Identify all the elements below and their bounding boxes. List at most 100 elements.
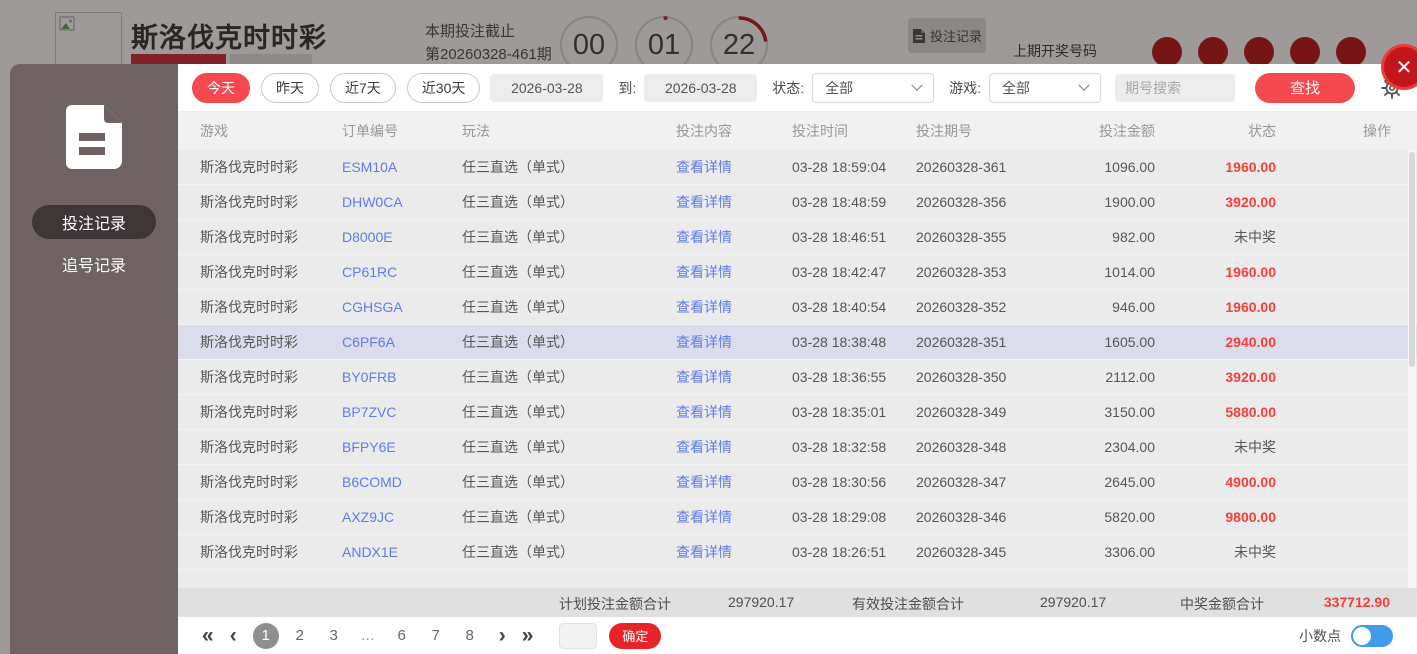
table-row: 斯洛伐克时时彩 BP7ZVC 任三直选（单式） 查看详情 03-28 18:35… bbox=[178, 395, 1417, 430]
order-number-link[interactable]: BY0FRB bbox=[342, 369, 396, 385]
table-header: 游戏 订单编号 玩法 投注内容 投注时间 投注期号 投注金额 状态 操作 bbox=[178, 112, 1417, 150]
date-to-input[interactable] bbox=[644, 74, 757, 102]
view-details-link[interactable]: 查看详情 bbox=[676, 299, 732, 315]
page-number-button[interactable]: 2 bbox=[287, 623, 313, 649]
date-from-input[interactable] bbox=[490, 74, 603, 102]
page-number-button[interactable]: 6 bbox=[389, 623, 415, 649]
page-number-button[interactable]: 8 bbox=[457, 623, 483, 649]
cell-bet-time: 03-28 18:40:54 bbox=[792, 299, 916, 315]
search-button[interactable]: 查找 bbox=[1255, 73, 1355, 103]
order-number-link[interactable]: BP7ZVC bbox=[342, 404, 396, 420]
order-number-link[interactable]: AXZ9JC bbox=[342, 509, 394, 525]
page-ellipsis: ... bbox=[355, 627, 381, 645]
page-number-group: 123... 678 bbox=[253, 623, 491, 649]
cell-play: 任三直选（单式） bbox=[462, 542, 676, 562]
cell-amount: 946.00 bbox=[1046, 299, 1155, 315]
plan-total-label: 计划投注金额合计 bbox=[559, 594, 671, 614]
col-action: 操作 bbox=[1276, 121, 1391, 141]
page-confirm-button[interactable]: 确定 bbox=[609, 623, 661, 649]
decimal-toggle[interactable] bbox=[1351, 625, 1393, 647]
cell-period: 20260328-345 bbox=[916, 544, 1046, 560]
cell-game: 斯洛伐克时时彩 bbox=[200, 402, 342, 422]
table-row: 斯洛伐克时时彩 BY0FRB 任三直选（单式） 查看详情 03-28 18:36… bbox=[178, 360, 1417, 395]
cell-bet-time: 03-28 18:59:04 bbox=[792, 159, 916, 175]
cell-status: 9800.00 bbox=[1155, 509, 1276, 525]
quick-range-button[interactable]: 近30天 bbox=[407, 73, 481, 103]
sidebar-item[interactable]: 投注记录 bbox=[32, 205, 156, 239]
cell-play: 任三直选（单式） bbox=[462, 367, 676, 387]
view-details-link[interactable]: 查看详情 bbox=[676, 229, 732, 245]
cell-amount: 2304.00 bbox=[1046, 439, 1155, 455]
close-icon: ✕ bbox=[1396, 55, 1413, 80]
quick-range-group: 今天昨天近7天近30天 bbox=[192, 73, 480, 103]
quick-range-button[interactable]: 昨天 bbox=[261, 73, 319, 103]
cell-game: 斯洛伐克时时彩 bbox=[200, 227, 342, 247]
order-number-link[interactable]: CGHSGA bbox=[342, 299, 403, 315]
sidebar-item[interactable]: 追号记录 bbox=[32, 247, 156, 281]
order-number-link[interactable]: BFPY6E bbox=[342, 439, 396, 455]
cell-bet-time: 03-28 18:36:55 bbox=[792, 369, 916, 385]
cell-play: 任三直选（单式） bbox=[462, 332, 676, 352]
cell-amount: 982.00 bbox=[1046, 229, 1155, 245]
cell-amount: 2645.00 bbox=[1046, 474, 1155, 490]
next-page-button[interactable]: › bbox=[499, 625, 506, 646]
page-number-button[interactable]: 3 bbox=[321, 623, 347, 649]
order-number-link[interactable]: B6COMD bbox=[342, 474, 402, 490]
order-number-link[interactable]: DHW0CA bbox=[342, 194, 403, 210]
scrollbar-thumb[interactable] bbox=[1409, 152, 1415, 367]
page-number-button[interactable]: 7 bbox=[423, 623, 449, 649]
cell-play: 任三直选（单式） bbox=[462, 192, 676, 212]
cell-status: 1960.00 bbox=[1155, 264, 1276, 280]
cell-status: 1960.00 bbox=[1155, 159, 1276, 175]
view-details-link[interactable]: 查看详情 bbox=[676, 439, 732, 455]
table-row: 斯洛伐克时时彩 BFPY6E 任三直选（单式） 查看详情 03-28 18:32… bbox=[178, 430, 1417, 465]
decimal-toggle-label: 小数点 bbox=[1299, 626, 1341, 646]
period-search-input[interactable] bbox=[1115, 74, 1235, 102]
view-details-link[interactable]: 查看详情 bbox=[676, 509, 732, 525]
cell-bet-time: 03-28 18:29:08 bbox=[792, 509, 916, 525]
game-select[interactable]: 全部 bbox=[989, 73, 1101, 103]
status-select[interactable]: 全部 bbox=[812, 73, 934, 103]
first-page-button[interactable]: « bbox=[202, 625, 214, 646]
view-details-link[interactable]: 查看详情 bbox=[676, 474, 732, 490]
valid-total-value: 297920.17 bbox=[1040, 594, 1106, 610]
cell-game: 斯洛伐克时时彩 bbox=[200, 472, 342, 492]
order-number-link[interactable]: CP61RC bbox=[342, 264, 397, 280]
col-content: 投注内容 bbox=[676, 121, 792, 141]
view-details-link[interactable]: 查看详情 bbox=[676, 264, 732, 280]
order-number-link[interactable]: D8000E bbox=[342, 229, 393, 245]
col-period: 投注期号 bbox=[916, 121, 1046, 141]
plan-total-value: 297920.17 bbox=[728, 594, 794, 610]
col-order: 订单编号 bbox=[342, 121, 462, 141]
cell-play: 任三直选（单式） bbox=[462, 157, 676, 177]
quick-range-button[interactable]: 近7天 bbox=[330, 73, 396, 103]
last-page-button[interactable]: » bbox=[522, 625, 534, 646]
prev-page-button[interactable]: ‹ bbox=[230, 625, 237, 646]
view-details-link[interactable]: 查看详情 bbox=[676, 159, 732, 175]
cell-status: 未中奖 bbox=[1155, 227, 1276, 247]
view-details-link[interactable]: 查看详情 bbox=[676, 544, 732, 560]
cell-period: 20260328-352 bbox=[916, 299, 1046, 315]
cell-game: 斯洛伐克时时彩 bbox=[200, 332, 342, 352]
order-number-link[interactable]: ANDX1E bbox=[342, 544, 398, 560]
filter-bar: 今天昨天近7天近30天 到: 状态: 全部 游戏: 全部 查找 bbox=[178, 64, 1417, 112]
cell-period: 20260328-353 bbox=[916, 264, 1046, 280]
quick-range-button[interactable]: 今天 bbox=[192, 73, 250, 103]
view-details-link[interactable]: 查看详情 bbox=[676, 194, 732, 210]
order-number-link[interactable]: C6PF6A bbox=[342, 334, 395, 350]
cell-period: 20260328-355 bbox=[916, 229, 1046, 245]
page-number-button[interactable]: 1 bbox=[253, 623, 279, 649]
game-select-value: 全部 bbox=[1002, 78, 1030, 98]
scrollbar[interactable] bbox=[1408, 150, 1416, 588]
view-details-link[interactable]: 查看详情 bbox=[676, 404, 732, 420]
pagination-bar: « ‹ 123... 678 › » 确定 小数点 bbox=[178, 617, 1417, 654]
view-details-link[interactable]: 查看详情 bbox=[676, 334, 732, 350]
cell-amount: 2112.00 bbox=[1046, 369, 1155, 385]
table-row: 斯洛伐克时时彩 DHW0CA 任三直选（单式） 查看详情 03-28 18:48… bbox=[178, 185, 1417, 220]
cell-amount: 1096.00 bbox=[1046, 159, 1155, 175]
page-jump-input[interactable] bbox=[559, 623, 597, 649]
order-number-link[interactable]: ESM10A bbox=[342, 159, 397, 175]
table-row: 斯洛伐克时时彩 C6PF6A 任三直选（单式） 查看详情 03-28 18:38… bbox=[178, 325, 1417, 360]
cell-game: 斯洛伐克时时彩 bbox=[200, 262, 342, 282]
view-details-link[interactable]: 查看详情 bbox=[676, 369, 732, 385]
